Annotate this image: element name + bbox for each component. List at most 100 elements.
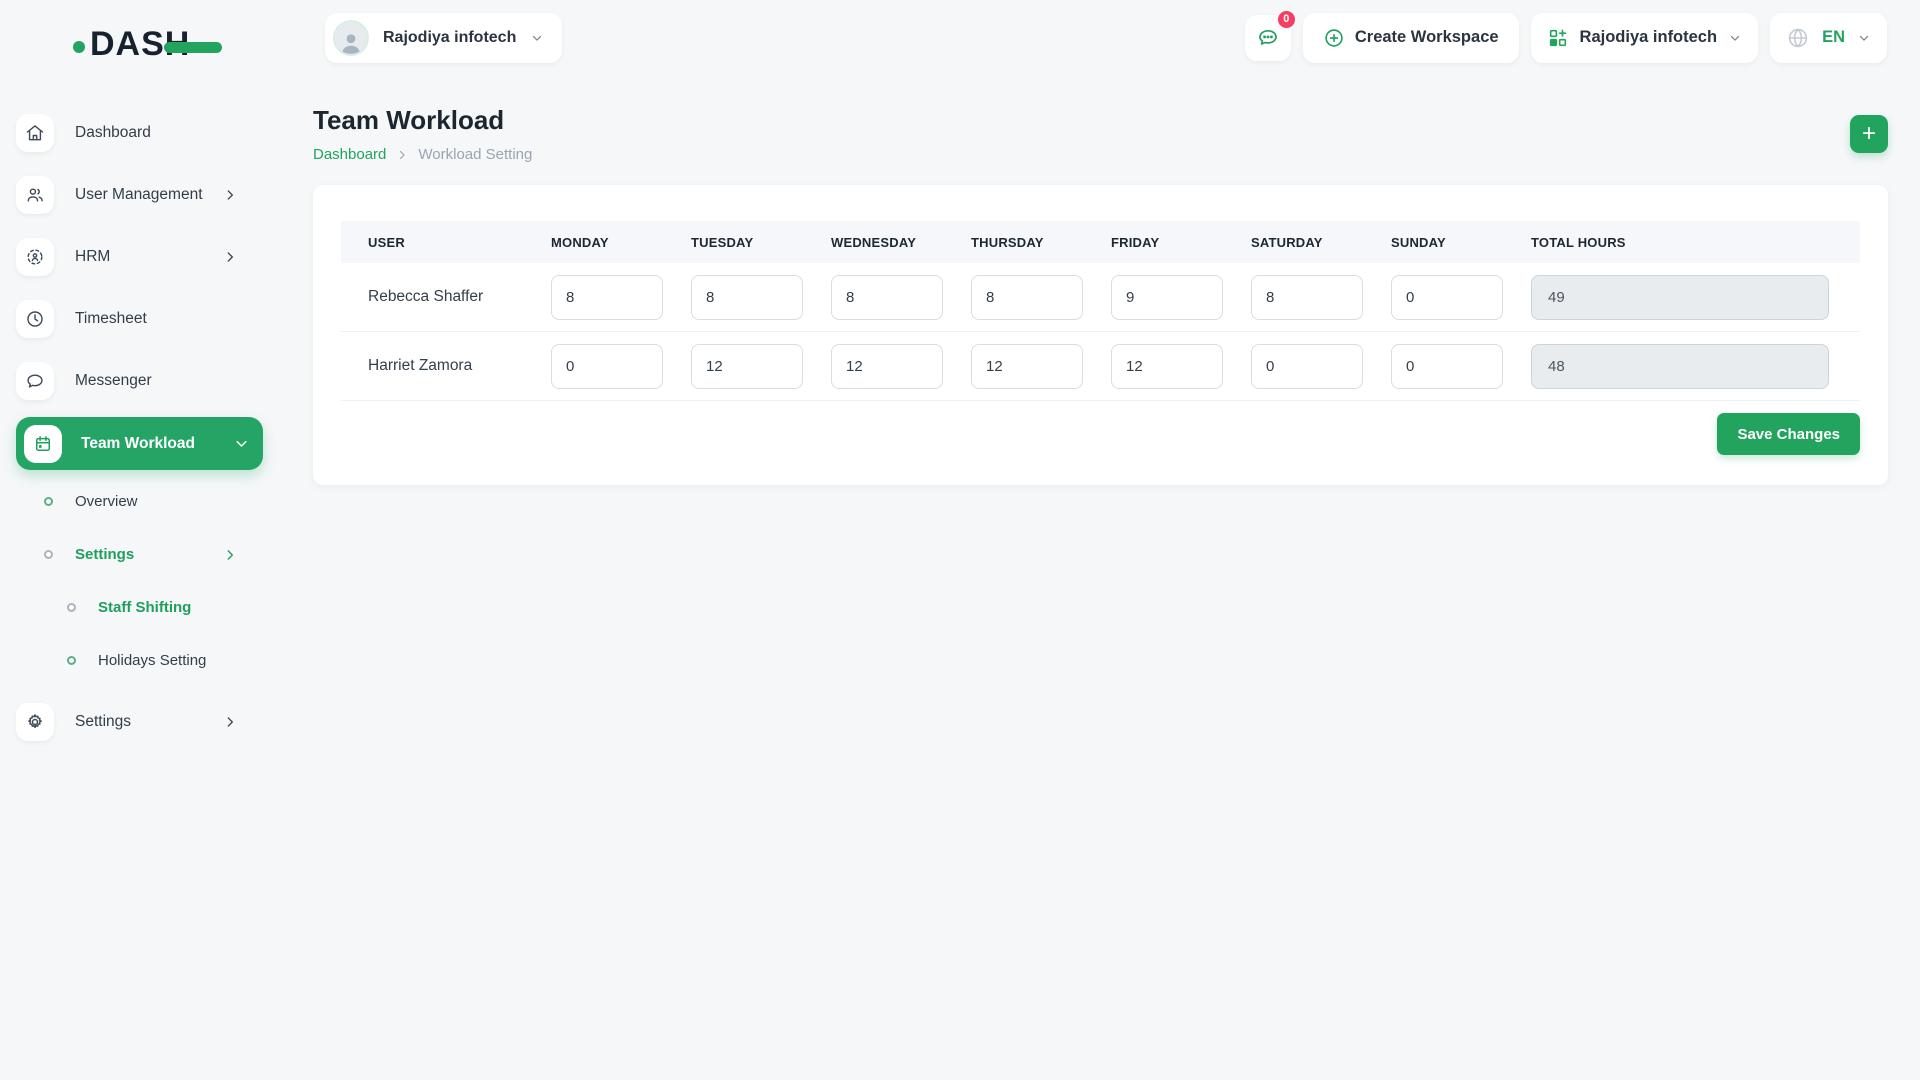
chevron-right-icon bbox=[223, 548, 237, 562]
column-header-tuesday: TUESDAY bbox=[691, 235, 831, 250]
sidebar-item-label: Settings bbox=[75, 713, 131, 731]
gear-icon bbox=[16, 703, 54, 741]
bullet-dot-icon bbox=[67, 603, 76, 612]
top-bar: Rajodiya infotech 0 Create Workspace bbox=[263, 0, 1920, 75]
column-header-sunday: SUNDAY bbox=[1391, 235, 1531, 250]
sidebar-item-workload-settings[interactable]: Settings bbox=[16, 528, 251, 581]
sidebar-item-overview[interactable]: Overview bbox=[16, 475, 251, 528]
chevron-right-icon bbox=[223, 188, 237, 202]
globe-icon bbox=[1786, 26, 1810, 50]
chevron-right-icon bbox=[396, 149, 408, 161]
bullet-dot-icon bbox=[67, 656, 76, 665]
sidebar-item-hrm[interactable]: HRM bbox=[16, 226, 251, 288]
sidebar-item-label: Dashboard bbox=[75, 124, 151, 142]
logo-dot bbox=[73, 41, 85, 53]
sidebar-item-timesheet[interactable]: Timesheet bbox=[16, 288, 251, 350]
sidebar-item-label: HRM bbox=[75, 248, 110, 266]
sidebar-item-user-management[interactable]: User Management bbox=[16, 164, 251, 226]
plus-circle-icon bbox=[1323, 27, 1345, 49]
content: Team Workload Dashboard Workload Setting… bbox=[263, 75, 1920, 485]
breadcrumb-current: Workload Setting bbox=[418, 146, 532, 163]
user-name: Rebecca Shaffer bbox=[341, 288, 551, 306]
chevron-down-icon bbox=[1728, 31, 1742, 45]
create-workspace-label: Create Workspace bbox=[1355, 28, 1499, 47]
main-area: Rajodiya infotech 0 Create Workspace bbox=[263, 0, 1920, 1080]
hours-input-monday[interactable] bbox=[551, 344, 663, 389]
column-header-monday: MONDAY bbox=[551, 235, 691, 250]
grid-add-icon bbox=[1547, 27, 1569, 49]
page-header: Team Workload Dashboard Workload Setting… bbox=[313, 105, 1888, 163]
sidebar-subitem-label: Holidays Setting bbox=[98, 652, 206, 669]
sidebar-item-staff-shifting[interactable]: Staff Shifting bbox=[16, 581, 251, 634]
sidebar-subitem-label: Settings bbox=[75, 546, 134, 563]
hours-input-friday[interactable] bbox=[1111, 344, 1223, 389]
column-header-saturday: SATURDAY bbox=[1251, 235, 1391, 250]
hours-input-tuesday[interactable] bbox=[691, 275, 803, 320]
save-row: Save Changes bbox=[341, 413, 1860, 455]
sidebar-item-label: Timesheet bbox=[75, 310, 147, 328]
messages-badge: 0 bbox=[1276, 9, 1297, 30]
chevron-down-icon bbox=[530, 31, 544, 45]
target-icon bbox=[16, 238, 54, 276]
sidebar-item-dashboard[interactable]: Dashboard bbox=[16, 102, 251, 164]
company-name: Rajodiya infotech bbox=[1580, 28, 1718, 47]
table-row: Harriet Zamora bbox=[341, 332, 1860, 401]
column-header-total-hours: TOTAL HOURS bbox=[1531, 235, 1860, 250]
workspace-selector[interactable]: Rajodiya infotech bbox=[325, 13, 562, 63]
hours-input-sunday[interactable] bbox=[1391, 344, 1503, 389]
column-header-thursday: THURSDAY bbox=[971, 235, 1111, 250]
column-header-friday: FRIDAY bbox=[1111, 235, 1251, 250]
create-workspace-button[interactable]: Create Workspace bbox=[1303, 13, 1519, 63]
users-icon bbox=[16, 176, 54, 214]
sidebar-item-team-workload[interactable]: Team Workload bbox=[16, 417, 263, 470]
total-hours-input bbox=[1531, 275, 1829, 320]
chat-dots-icon bbox=[1256, 26, 1280, 50]
workload-table: USER MONDAY TUESDAY WEDNESDAY THURSDAY F… bbox=[341, 221, 1860, 401]
hours-input-saturday[interactable] bbox=[1251, 344, 1363, 389]
sidebar-nav: Dashboard User Management HRM bbox=[16, 102, 263, 753]
sidebar: DASH Dashboard User Management bbox=[0, 0, 263, 1080]
topbar-actions: 0 Create Workspace Rajodiya infotech bbox=[1245, 13, 1887, 63]
language-label: EN bbox=[1822, 28, 1845, 47]
hours-input-thursday[interactable] bbox=[971, 275, 1083, 320]
sidebar-item-holidays-setting[interactable]: Holidays Setting bbox=[16, 634, 251, 687]
sidebar-item-settings[interactable]: Settings bbox=[16, 691, 251, 753]
home-icon bbox=[16, 114, 54, 152]
page-title: Team Workload bbox=[313, 105, 532, 136]
avatar bbox=[333, 20, 369, 56]
hours-input-wednesday[interactable] bbox=[831, 344, 943, 389]
sidebar-item-label: Team Workload bbox=[81, 435, 195, 453]
company-selector[interactable]: Rajodiya infotech bbox=[1531, 13, 1759, 63]
table-header-row: USER MONDAY TUESDAY WEDNESDAY THURSDAY F… bbox=[341, 221, 1860, 263]
page-header-text: Team Workload Dashboard Workload Setting bbox=[313, 105, 532, 163]
column-header-user: USER bbox=[341, 235, 551, 250]
bullet-dot-icon bbox=[44, 497, 53, 506]
add-button[interactable]: + bbox=[1850, 115, 1888, 153]
app-root: DASH Dashboard User Management bbox=[0, 0, 1920, 1080]
chevron-right-icon bbox=[223, 250, 237, 264]
hours-input-saturday[interactable] bbox=[1251, 275, 1363, 320]
language-selector[interactable]: EN bbox=[1770, 13, 1887, 63]
breadcrumb-dashboard-link[interactable]: Dashboard bbox=[313, 146, 386, 163]
hours-input-friday[interactable] bbox=[1111, 275, 1223, 320]
table-row: Rebecca Shaffer bbox=[341, 263, 1860, 332]
hours-input-sunday[interactable] bbox=[1391, 275, 1503, 320]
sidebar-item-label: Messenger bbox=[75, 372, 152, 390]
sidebar-item-label: User Management bbox=[75, 186, 203, 204]
hours-input-wednesday[interactable] bbox=[831, 275, 943, 320]
bullet-dot-icon bbox=[44, 550, 53, 559]
hours-input-thursday[interactable] bbox=[971, 344, 1083, 389]
column-header-wednesday: WEDNESDAY bbox=[831, 235, 971, 250]
hours-input-monday[interactable] bbox=[551, 275, 663, 320]
workspace-name: Rajodiya infotech bbox=[383, 29, 516, 47]
sidebar-subitem-label: Staff Shifting bbox=[98, 599, 191, 616]
chat-bubble-icon bbox=[16, 362, 54, 400]
save-changes-button[interactable]: Save Changes bbox=[1717, 413, 1860, 455]
logo-dash bbox=[164, 42, 222, 53]
sidebar-item-messenger[interactable]: Messenger bbox=[16, 350, 251, 412]
hours-input-tuesday[interactable] bbox=[691, 344, 803, 389]
chevron-right-icon bbox=[223, 715, 237, 729]
messages-button[interactable]: 0 bbox=[1245, 15, 1291, 61]
clock-icon bbox=[16, 300, 54, 338]
app-logo[interactable]: DASH bbox=[73, 22, 263, 66]
